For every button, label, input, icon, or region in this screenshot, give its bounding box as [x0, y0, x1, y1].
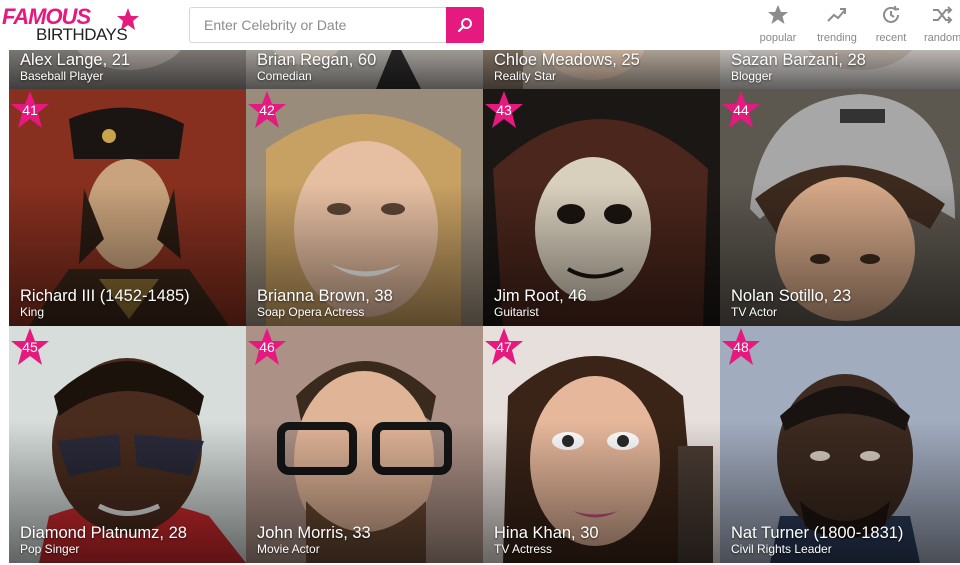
rank-number: 45	[22, 339, 38, 355]
celebrity-profession: Soap Opera Actress	[257, 305, 365, 319]
celebrity-name: Diamond Platnumz, 28	[20, 524, 187, 542]
celebrity-profession: Comedian	[257, 69, 312, 83]
celebrity-name: Brianna Brown, 38	[257, 287, 393, 305]
celebrity-profession: Blogger	[731, 69, 773, 83]
rank-number: 43	[496, 102, 512, 118]
celebrity-name: Nolan Sotillo, 23	[731, 287, 852, 305]
shuffle-icon	[933, 6, 953, 24]
rank-badge: 44	[721, 90, 761, 130]
celebrity-name: Alex Lange, 21	[20, 51, 131, 69]
celebrity-profession: Baseball Player	[20, 69, 104, 83]
rank-badge: 42	[247, 90, 287, 130]
celebrity-card[interactable]: 42 Brianna Brown, 38 Soap Opera Actress	[246, 89, 483, 326]
celebrity-card[interactable]: 47 Hina Khan, 30 TV Actress	[483, 326, 720, 563]
celebrity-card[interactable]: 41 Richard III (1452-1485) King	[9, 89, 246, 326]
nav-label: trending	[817, 32, 857, 44]
nav-label: random	[924, 32, 960, 44]
celebrity-profession: TV Actor	[731, 305, 778, 319]
rank-number: 42	[259, 102, 275, 118]
celebrity-card[interactable]: 43 Jim Root, 46 Guitarist	[483, 89, 720, 326]
rank-badge: 46	[247, 327, 287, 367]
rank-number: 48	[733, 339, 749, 355]
rank-number: 46	[259, 339, 275, 355]
rank-number: 47	[496, 339, 512, 355]
celebrity-name: Jim Root, 46	[494, 287, 587, 305]
celebrity-profession: Movie Actor	[257, 542, 320, 556]
celebrity-grid: Alex Lange, 21 Baseball Player Brian Reg…	[0, 0, 960, 565]
celebrity-profession: Guitarist	[494, 305, 539, 319]
rank-number: 41	[22, 102, 38, 118]
rank-badge: 45	[10, 327, 50, 367]
celebrity-profession: King	[20, 305, 45, 319]
nav-label: popular	[759, 32, 797, 44]
rank-badge: 43	[484, 90, 524, 130]
celebrity-card[interactable]: 45 Diamond Platnumz, 28 Pop Singer	[9, 326, 246, 563]
celebrity-card[interactable]: 44 Nolan Sotillo, 23 TV Actor	[720, 89, 960, 326]
celebrity-profession: Reality Star	[494, 69, 557, 83]
celebrity-card[interactable]: 46 John Morris, 33 Movie Actor	[246, 326, 483, 563]
nav-popular[interactable]: popular	[756, 4, 800, 44]
rank-badge: 41	[10, 90, 50, 130]
nav-random[interactable]: random	[922, 4, 960, 44]
rank-number: 44	[733, 102, 749, 118]
celebrity-profession: TV Actress	[494, 542, 553, 556]
site-header: FAMOUS BIRTHDAYS popular trending	[0, 0, 960, 50]
celebrity-card[interactable]: 48 Nat Turner (1800-1831) Civil Rights L…	[720, 326, 960, 563]
star-icon	[768, 5, 788, 24]
celebrity-name: Chloe Meadows, 25	[494, 51, 640, 69]
trending-icon	[827, 8, 846, 22]
celebrity-profession: Civil Rights Leader	[731, 542, 832, 556]
clock-icon	[883, 5, 900, 23]
main-nav: popular trending recent random	[0, 4, 960, 46]
celebrity-name: Hina Khan, 30	[494, 524, 599, 542]
celebrity-profession: Pop Singer	[20, 542, 80, 556]
celebrity-name: Brian Regan, 60	[257, 51, 377, 69]
rank-badge: 47	[484, 327, 524, 367]
celebrity-name: Nat Turner (1800-1831)	[731, 524, 904, 542]
nav-label: recent	[875, 32, 907, 44]
celebrity-name: John Morris, 33	[257, 524, 371, 542]
nav-trending[interactable]: trending	[814, 4, 860, 44]
celebrity-name: Richard III (1452-1485)	[20, 287, 190, 305]
celebrity-name: Sazan Barzani, 28	[731, 51, 866, 69]
rank-badge: 48	[721, 327, 761, 367]
nav-recent[interactable]: recent	[872, 4, 910, 44]
